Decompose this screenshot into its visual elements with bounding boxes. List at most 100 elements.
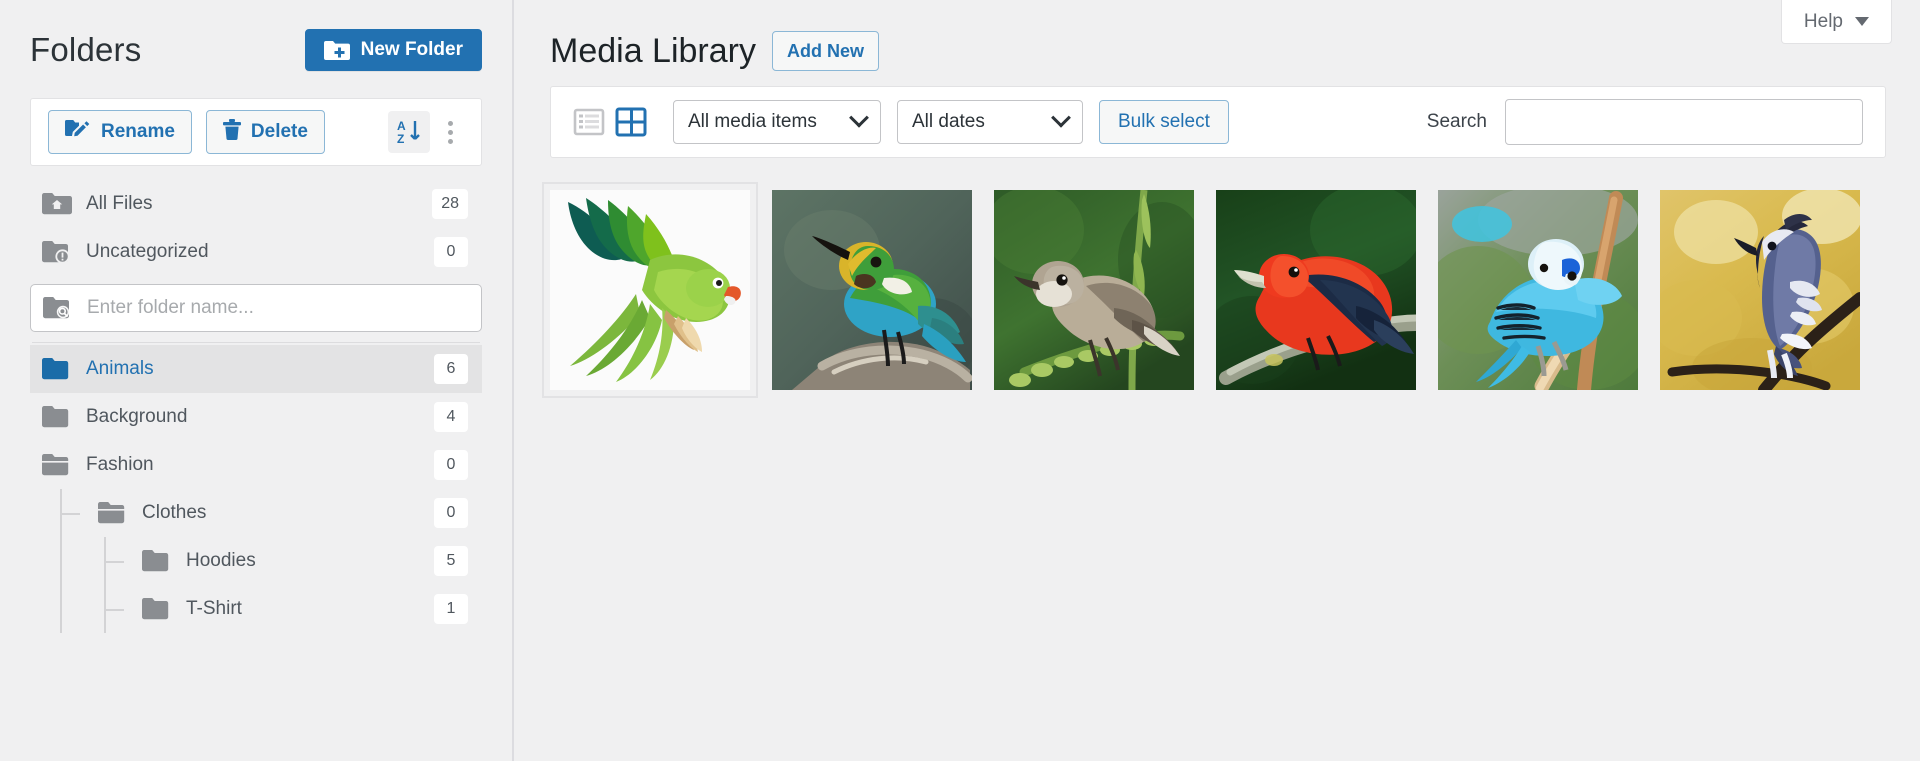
folder-count-badge: 28 (432, 189, 468, 219)
folder-count-badge: 0 (434, 450, 468, 480)
folder-home-icon (42, 192, 72, 216)
media-library-main: Help Media Library Add New All media ite… (514, 0, 1920, 761)
media-thumbnail (772, 190, 972, 390)
help-label: Help (1803, 10, 1843, 32)
blue-jay-image (1660, 190, 1860, 390)
rename-label: Rename (101, 121, 175, 142)
help-button[interactable]: Help (1780, 0, 1892, 44)
chevron-down-icon (849, 107, 869, 128)
search-input[interactable] (1505, 99, 1863, 145)
folder-item-all-files[interactable]: All Files 28 (30, 180, 482, 228)
folder-icon (142, 597, 172, 621)
new-folder-button[interactable]: New Folder (304, 29, 482, 71)
tree-hline (60, 513, 80, 515)
folder-item-uncategorized[interactable]: Uncategorized 0 (30, 228, 482, 276)
folder-label: All Files (86, 193, 153, 214)
folder-count-badge: 0 (434, 498, 468, 528)
date-filter[interactable]: All dates (897, 100, 1083, 144)
folder-item-clothes[interactable]: Clothes 0 (30, 489, 482, 537)
folder-list-divider (32, 342, 480, 343)
media-thumbnail (1660, 190, 1860, 390)
sort-az-icon[interactable]: A Z (388, 111, 430, 153)
media-search: Search (1427, 99, 1863, 145)
folder-item-hoodies[interactable]: Hoodies 5 (30, 537, 482, 585)
folder-actions-card: Rename Delete A Z (30, 98, 482, 166)
folder-count-badge: 1 (434, 594, 468, 624)
folder-filled-icon (42, 357, 72, 381)
media-grid (542, 182, 1886, 398)
folder-search-box[interactable] (30, 284, 482, 332)
media-item-scarlet-tanager[interactable] (1216, 190, 1416, 390)
folder-icon (42, 405, 72, 429)
tree-hline (104, 609, 124, 611)
delete-label: Delete (250, 121, 308, 142)
folder-open-icon (42, 453, 72, 477)
add-new-button[interactable]: Add New (771, 31, 879, 71)
folder-item-animals[interactable]: Animals 6 (30, 345, 482, 393)
media-library-page: Folders New Folder Rename Delete A Z All… (0, 0, 1920, 761)
media-type-filter[interactable]: All media items (673, 100, 881, 144)
media-type-filter-value: All media items (688, 111, 817, 132)
folder-label: Animals (86, 358, 154, 379)
folder-label: Fashion (86, 454, 154, 475)
folder-label: Background (86, 406, 188, 427)
folder-item-t-shirt[interactable]: T-Shirt 1 (30, 585, 482, 633)
folders-title: Folders (30, 31, 142, 68)
new-folder-label: New Folder (360, 39, 463, 60)
multicolored-tanager-image (772, 190, 972, 390)
help-container: Help (1780, 0, 1892, 44)
media-thumbnail (994, 190, 1194, 390)
folders-sidebar: Folders New Folder Rename Delete A Z All… (0, 0, 514, 761)
folder-count-badge: 6 (434, 354, 468, 384)
media-item-blue-budgerigar[interactable] (1438, 190, 1638, 390)
green-parakeet-flying-image (550, 190, 750, 390)
kebab-menu-icon[interactable] (436, 111, 464, 153)
folder-label: T-Shirt (186, 598, 242, 619)
search-label: Search (1426, 111, 1487, 132)
folder-count-badge: 0 (434, 237, 468, 267)
folder-alert-icon (42, 240, 72, 264)
folder-tree: All Files 28 Uncategorized 0 Enter folde… (30, 180, 482, 633)
folder-label: Hoodies (186, 550, 256, 571)
media-toolbar: All media items All dates Bulk select Se… (550, 86, 1886, 158)
folder-open-icon (98, 501, 128, 525)
delete-folder-button[interactable]: Delete (205, 110, 325, 154)
media-item-blue-jay[interactable] (1660, 190, 1860, 390)
svg-text:A: A (397, 119, 406, 133)
list-view-icon[interactable] (573, 106, 605, 138)
folder-search-icon (43, 296, 73, 320)
folder-count-badge: 4 (434, 402, 468, 432)
chevron-down-icon (1855, 17, 1869, 26)
folder-label: Clothes (142, 502, 207, 523)
svg-text:Z: Z (397, 132, 404, 146)
folder-plus-icon (323, 40, 350, 61)
folders-header: Folders New Folder (30, 0, 482, 76)
media-item-multicolored-tanager[interactable] (772, 190, 972, 390)
trash-icon (222, 118, 241, 146)
media-item-brown-warbler[interactable] (994, 190, 1194, 390)
tree-vline (60, 585, 62, 633)
folder-item-fashion[interactable]: Fashion 0 (30, 441, 482, 489)
media-item-green-parakeet-flying[interactable] (542, 182, 758, 398)
view-mode-toggle (573, 106, 647, 138)
tree-vline (60, 537, 62, 585)
rename-folder-button[interactable]: Rename (48, 110, 192, 154)
media-thumbnail (1438, 190, 1638, 390)
scarlet-tanager-image (1216, 190, 1416, 390)
folder-icon (142, 549, 172, 573)
folder-edit-icon (65, 119, 91, 145)
folder-search-input[interactable] (87, 297, 469, 319)
folder-count-badge: 5 (434, 546, 468, 576)
folder-tools: A Z (388, 111, 464, 153)
date-filter-value: All dates (912, 111, 985, 132)
grid-view-icon[interactable] (615, 106, 647, 138)
media-thumbnail (550, 190, 750, 390)
folder-item-background[interactable]: Background 4 (30, 393, 482, 441)
media-thumbnail (1216, 190, 1416, 390)
tree-hline (104, 561, 124, 563)
blue-budgerigar-image (1438, 190, 1638, 390)
folder-label: Uncategorized (86, 241, 209, 262)
brown-warbler-image (994, 190, 1194, 390)
chevron-down-icon (1051, 107, 1071, 128)
bulk-select-button[interactable]: Bulk select (1099, 100, 1229, 144)
